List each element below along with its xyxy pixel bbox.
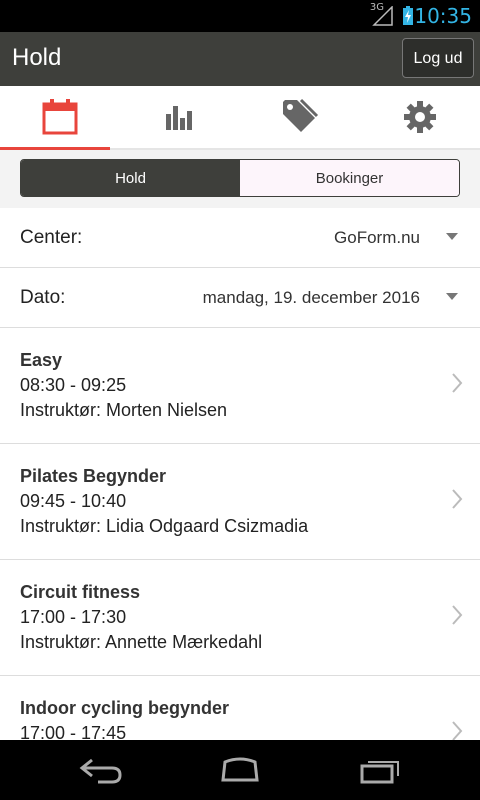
segment-hold[interactable]: Hold	[21, 160, 240, 196]
center-label: Center:	[20, 227, 83, 248]
logout-button[interactable]: Log ud	[402, 38, 474, 78]
chevron-right-icon	[452, 373, 463, 393]
center-selector[interactable]: Center: GoForm.nu	[0, 208, 480, 268]
signal-icon	[372, 6, 393, 26]
list-item[interactable]: Easy 08:30 - 09:25 Instruktør: Morten Ni…	[0, 328, 480, 444]
list-item[interactable]: Pilates Begynder 09:45 - 10:40 Instruktø…	[0, 444, 480, 560]
class-name: Pilates Begynder	[20, 466, 167, 486]
class-name: Circuit fitness	[20, 582, 141, 602]
list-item[interactable]: Circuit fitness 17:00 - 17:30 Instruktør…	[0, 560, 480, 676]
class-time: 08:30 - 09:25	[20, 375, 127, 395]
class-instructor: Instruktør: Morten Nielsen	[20, 400, 228, 420]
calendar-icon	[42, 99, 78, 135]
chevron-right-icon	[452, 489, 463, 509]
back-icon[interactable]	[78, 754, 124, 786]
chevron-right-icon	[452, 721, 463, 741]
tab-bar	[0, 86, 480, 150]
date-label: Dato:	[20, 287, 66, 308]
class-name: Indoor cycling begynder	[20, 698, 230, 718]
segment-area: Hold Bookinger	[0, 150, 480, 209]
page-title: Hold	[12, 44, 62, 71]
gear-icon	[404, 101, 436, 133]
action-bar: Hold Log ud	[0, 32, 480, 86]
segmented-control: Hold Bookinger	[20, 159, 460, 197]
segment-bookinger[interactable]: Bookinger	[240, 160, 459, 196]
tab-statistics[interactable]	[120, 86, 240, 148]
class-instructor: Instruktør: Annette Mærkedahl	[20, 632, 263, 652]
system-nav-bar	[0, 740, 480, 800]
chevron-right-icon	[452, 605, 463, 625]
tab-settings[interactable]	[360, 86, 480, 148]
class-time: 17:00 - 17:30	[20, 607, 127, 627]
class-instructor: Instruktør: Lidia Odgaard Csizmadia	[20, 516, 309, 536]
tag-icon	[283, 98, 319, 132]
recent-apps-icon[interactable]	[358, 754, 404, 786]
clock: 10:35	[414, 4, 472, 28]
center-value: GoForm.nu	[334, 228, 420, 247]
battery-icon	[403, 6, 413, 25]
tab-offers[interactable]	[240, 86, 360, 148]
status-bar: 3G 10:35	[0, 0, 480, 32]
date-selector[interactable]: Dato: mandag, 19. december 2016	[0, 268, 480, 328]
class-time: 09:45 - 10:40	[20, 491, 127, 511]
date-value: mandag, 19. december 2016	[202, 288, 420, 307]
class-name: Easy	[20, 350, 63, 370]
bar-chart-icon	[166, 106, 192, 130]
tab-classes[interactable]	[0, 86, 120, 150]
dropdown-arrow-icon	[446, 293, 458, 300]
home-icon[interactable]	[217, 754, 263, 786]
dropdown-arrow-icon	[446, 233, 458, 240]
